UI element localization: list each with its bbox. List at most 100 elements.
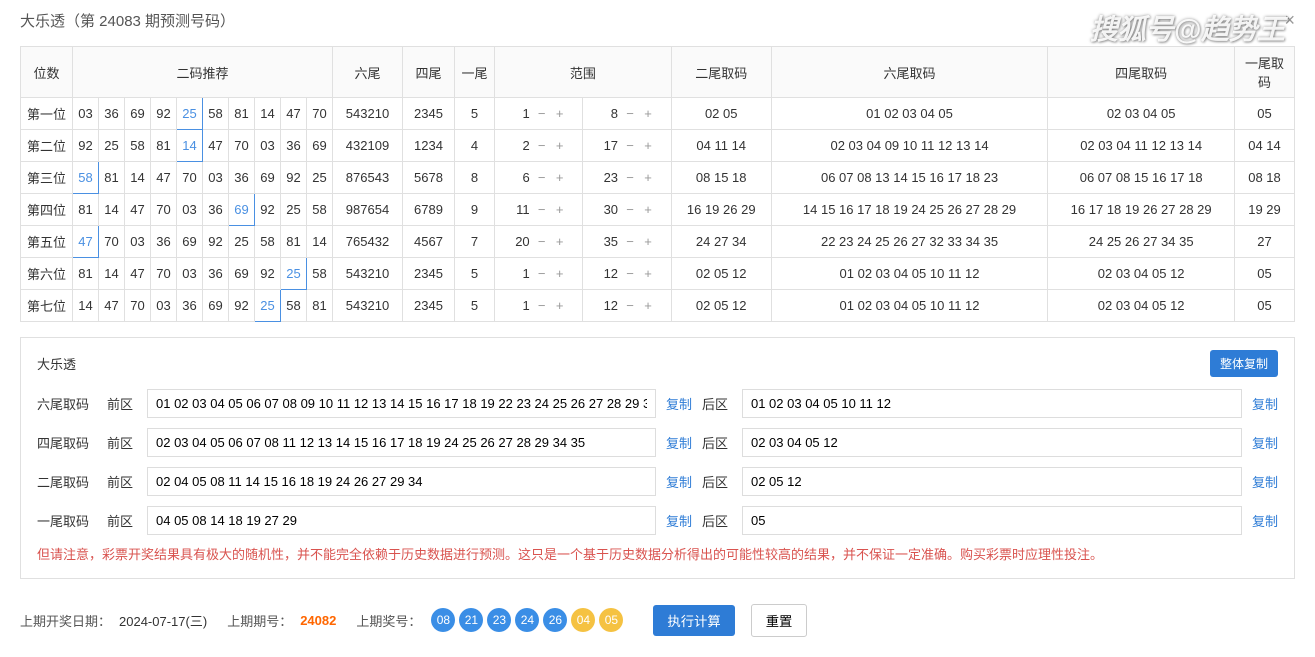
code-cell[interactable]: 14 (99, 258, 125, 290)
code-cell[interactable]: 70 (177, 162, 203, 194)
code-cell[interactable]: 25 (307, 162, 333, 194)
plus-icon[interactable]: + (554, 202, 566, 217)
minus-icon[interactable]: − (536, 298, 548, 313)
code-cell[interactable]: 36 (151, 226, 177, 258)
code-cell[interactable]: 25 (229, 226, 255, 258)
code-cell[interactable]: 92 (73, 130, 99, 162)
code-cell[interactable]: 47 (125, 258, 151, 290)
code-cell[interactable]: 14 (125, 162, 151, 194)
code-cell[interactable]: 25 (177, 98, 203, 130)
minus-icon[interactable]: − (536, 170, 548, 185)
code-cell[interactable]: 70 (151, 194, 177, 226)
code-cell[interactable]: 03 (73, 98, 99, 130)
code-cell[interactable]: 92 (255, 258, 281, 290)
code-cell[interactable]: 69 (229, 194, 255, 226)
minus-icon[interactable]: − (536, 106, 548, 121)
code-cell[interactable]: 14 (99, 194, 125, 226)
code-cell[interactable]: 58 (203, 98, 229, 130)
code-cell[interactable]: 47 (99, 290, 125, 322)
plus-icon[interactable]: + (554, 138, 566, 153)
summary-back-input[interactable] (742, 428, 1242, 457)
minus-icon[interactable]: − (624, 106, 636, 121)
execute-button[interactable]: 执行计算 (653, 605, 734, 636)
code-cell[interactable]: 70 (125, 290, 151, 322)
plus-icon[interactable]: + (554, 266, 566, 281)
code-cell[interactable]: 70 (99, 226, 125, 258)
code-cell[interactable]: 36 (177, 290, 203, 322)
copy-button[interactable]: 复制 (666, 394, 692, 413)
copy-button[interactable]: 复制 (1252, 394, 1278, 413)
minus-icon[interactable]: − (624, 138, 636, 153)
code-cell[interactable]: 70 (151, 258, 177, 290)
minus-icon[interactable]: − (536, 266, 548, 281)
code-cell[interactable]: 69 (203, 290, 229, 322)
code-cell[interactable]: 92 (255, 194, 281, 226)
code-cell[interactable]: 58 (281, 290, 307, 322)
code-cell[interactable]: 03 (255, 130, 281, 162)
code-cell[interactable]: 92 (229, 290, 255, 322)
plus-icon[interactable]: + (642, 266, 654, 281)
plus-icon[interactable]: + (554, 106, 566, 121)
code-cell[interactable]: 92 (281, 162, 307, 194)
copy-button[interactable]: 复制 (666, 433, 692, 452)
copy-button[interactable]: 复制 (1252, 472, 1278, 491)
summary-back-input[interactable] (742, 467, 1242, 496)
copy-button[interactable]: 复制 (1252, 511, 1278, 530)
code-cell[interactable]: 58 (307, 258, 333, 290)
plus-icon[interactable]: + (642, 106, 654, 121)
minus-icon[interactable]: − (624, 170, 636, 185)
code-cell[interactable]: 58 (307, 194, 333, 226)
code-cell[interactable]: 58 (255, 226, 281, 258)
code-cell[interactable]: 47 (73, 226, 99, 258)
code-cell[interactable]: 36 (229, 162, 255, 194)
code-cell[interactable]: 25 (99, 130, 125, 162)
copy-button[interactable]: 复制 (666, 511, 692, 530)
summary-back-input[interactable] (742, 506, 1242, 535)
code-cell[interactable]: 70 (229, 130, 255, 162)
code-cell[interactable]: 81 (281, 226, 307, 258)
code-cell[interactable]: 25 (281, 194, 307, 226)
minus-icon[interactable]: − (536, 138, 548, 153)
minus-icon[interactable]: − (536, 234, 548, 249)
code-cell[interactable]: 47 (125, 194, 151, 226)
summary-front-input[interactable] (147, 389, 656, 418)
summary-front-input[interactable] (147, 467, 656, 496)
plus-icon[interactable]: + (642, 202, 654, 217)
plus-icon[interactable]: + (642, 234, 654, 249)
copy-button[interactable]: 复制 (666, 472, 692, 491)
plus-icon[interactable]: + (554, 234, 566, 249)
code-cell[interactable]: 81 (99, 162, 125, 194)
plus-icon[interactable]: + (642, 170, 654, 185)
code-cell[interactable]: 03 (177, 258, 203, 290)
plus-icon[interactable]: + (554, 170, 566, 185)
code-cell[interactable]: 92 (203, 226, 229, 258)
code-cell[interactable]: 36 (281, 130, 307, 162)
minus-icon[interactable]: − (624, 234, 636, 249)
code-cell[interactable]: 81 (73, 258, 99, 290)
code-cell[interactable]: 36 (99, 98, 125, 130)
code-cell[interactable]: 69 (307, 130, 333, 162)
plus-icon[interactable]: + (642, 138, 654, 153)
code-cell[interactable]: 14 (73, 290, 99, 322)
code-cell[interactable]: 47 (151, 162, 177, 194)
code-cell[interactable]: 36 (203, 194, 229, 226)
summary-front-input[interactable] (147, 506, 656, 535)
code-cell[interactable]: 58 (125, 130, 151, 162)
plus-icon[interactable]: + (642, 298, 654, 313)
code-cell[interactable]: 69 (125, 98, 151, 130)
code-cell[interactable]: 70 (307, 98, 333, 130)
code-cell[interactable]: 03 (203, 162, 229, 194)
code-cell[interactable]: 47 (281, 98, 307, 130)
summary-back-input[interactable] (742, 389, 1242, 418)
copy-all-button[interactable]: 整体复制 (1210, 350, 1278, 377)
code-cell[interactable]: 58 (73, 162, 99, 194)
code-cell[interactable]: 92 (151, 98, 177, 130)
reset-button[interactable]: 重置 (751, 604, 808, 637)
code-cell[interactable]: 25 (281, 258, 307, 290)
code-cell[interactable]: 14 (177, 130, 203, 162)
code-cell[interactable]: 81 (151, 130, 177, 162)
close-icon[interactable]: × (1284, 10, 1295, 31)
plus-icon[interactable]: + (554, 298, 566, 313)
code-cell[interactable]: 25 (255, 290, 281, 322)
minus-icon[interactable]: − (536, 202, 548, 217)
